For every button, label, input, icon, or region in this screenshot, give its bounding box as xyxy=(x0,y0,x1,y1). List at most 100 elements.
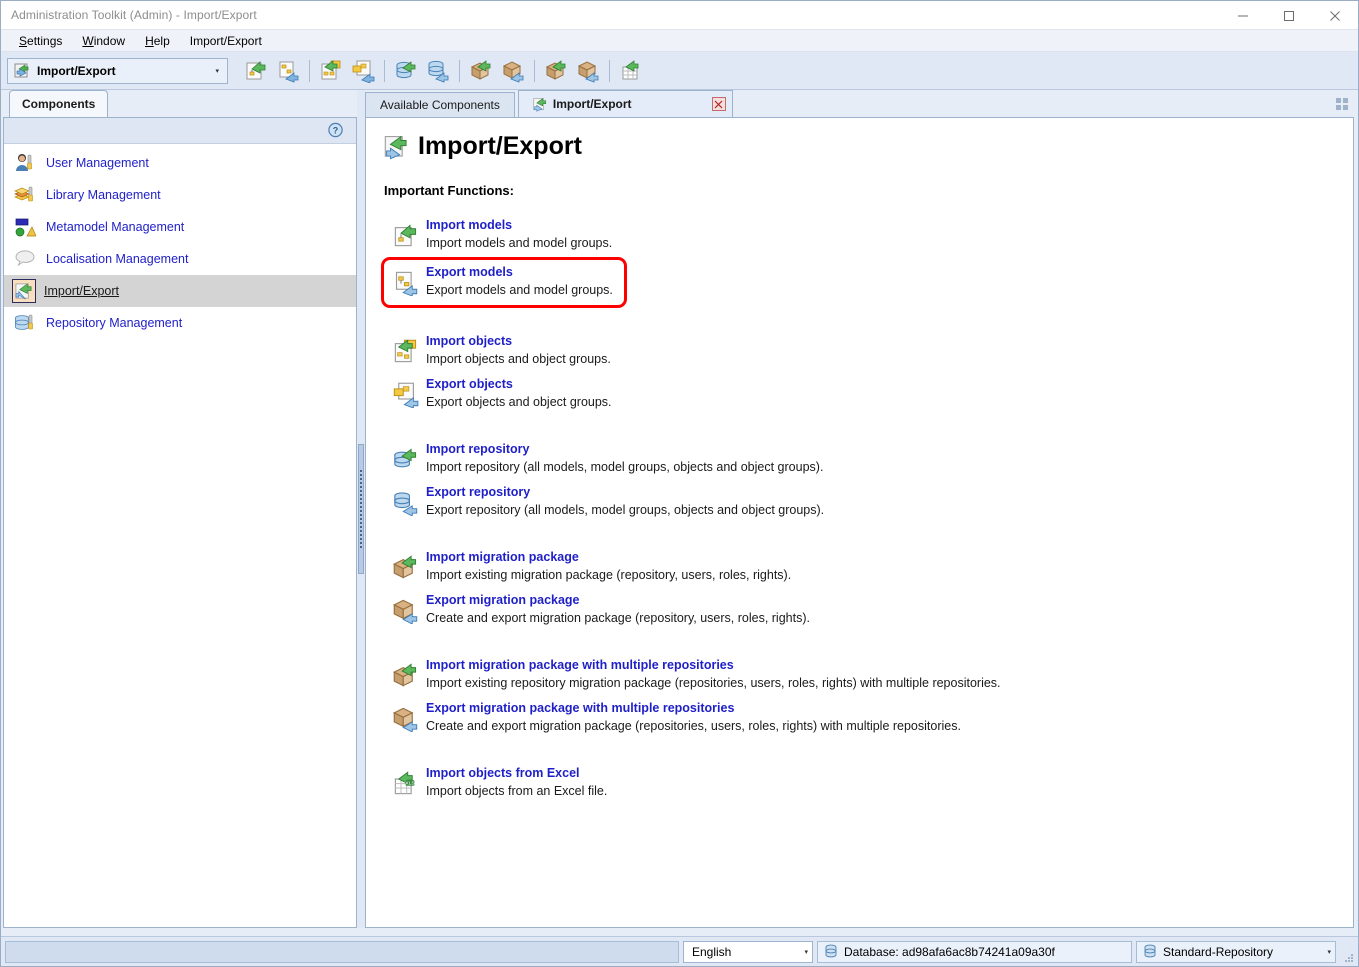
export-models-icon xyxy=(390,265,420,299)
tab-available-components[interactable]: Available Components xyxy=(365,92,515,117)
import-objects-toolbar-button[interactable] xyxy=(316,56,346,86)
bottom-strip xyxy=(1,928,1358,936)
function-import-migration-package[interactable]: Import migration package Import existing… xyxy=(384,546,1335,589)
function-text: Import migration package Import existing… xyxy=(426,548,791,585)
language-selector[interactable]: English ▾ xyxy=(683,940,813,963)
function-description: Export objects and object groups. xyxy=(426,395,612,409)
component-selector-combo[interactable]: Import/Export ▾ xyxy=(7,57,228,84)
components-panel-header: ? xyxy=(4,118,356,144)
function-import-models[interactable]: Import models Import models and model gr… xyxy=(384,214,1335,257)
import-migration-package-multi-toolbar-button[interactable] xyxy=(541,56,571,86)
main-tabstrip: Available Components Import/Export xyxy=(365,90,1354,117)
close-button[interactable] xyxy=(1312,1,1358,30)
function-link[interactable]: Import migration package with multiple r… xyxy=(426,657,1001,674)
function-text: Import repository Import repository (all… xyxy=(426,440,823,477)
import-repository-toolbar-button[interactable] xyxy=(391,56,421,86)
export-repository-toolbar-button[interactable] xyxy=(423,56,453,86)
function-link[interactable]: Import migration package xyxy=(426,549,791,566)
maximize-button[interactable] xyxy=(1266,1,1312,30)
menu-settings[interactable]: Settings xyxy=(9,32,72,50)
title-bar: Administration Toolkit (Admin) - Import/… xyxy=(1,1,1358,30)
function-link[interactable]: Import objects from Excel xyxy=(426,765,607,782)
function-import-objects[interactable]: Import objects Import objects and object… xyxy=(384,330,1335,373)
function-group-objects: Import objects Import objects and object… xyxy=(384,330,1335,416)
function-link[interactable]: Export migration package with multiple r… xyxy=(426,700,961,717)
sidebar-item-label: User Management xyxy=(46,156,149,170)
export-models-toolbar-button[interactable] xyxy=(273,56,303,86)
function-description: Export repository (all models, model gro… xyxy=(426,503,825,517)
function-text: Import objects Import objects and object… xyxy=(426,332,611,369)
tab-import-export[interactable]: Import/Export xyxy=(517,90,733,117)
function-link[interactable]: Export migration package xyxy=(426,592,810,609)
database-icon xyxy=(824,944,838,959)
component-selector-value: Import/Export xyxy=(37,63,116,78)
sidebar-item-repository-management[interactable]: Repository Management xyxy=(4,307,356,339)
database-status[interactable]: Database: ad98afa6ac8b74241a09a30f xyxy=(817,940,1132,963)
import-objects-icon xyxy=(390,334,420,368)
function-export-repository[interactable]: Export repository Export repository (all… xyxy=(384,481,1335,524)
function-export-models[interactable]: Export models Export models and model gr… xyxy=(381,257,627,308)
database-label: Database: ad98afa6ac8b74241a09a30f xyxy=(844,944,1055,959)
function-export-objects[interactable]: Export objects Export objects and object… xyxy=(384,373,1335,416)
chevron-down-icon: ▾ xyxy=(215,67,219,75)
import-models-toolbar-button[interactable] xyxy=(241,56,271,86)
sidebar-item-label: Metamodel Management xyxy=(46,220,185,234)
tile-windows-icon[interactable] xyxy=(1332,94,1352,114)
sidebar-item-import-export[interactable]: Import/Export xyxy=(4,275,356,307)
function-export-migration-package[interactable]: Export migration package Create and expo… xyxy=(384,589,1335,632)
menu-help-mnemonic: H xyxy=(145,33,154,48)
page-title: Import/Export xyxy=(384,132,1335,161)
function-export-migration-package-multi[interactable]: Export migration package with multiple r… xyxy=(384,697,1335,740)
resize-grip[interactable] xyxy=(1340,941,1354,963)
body-area: Components ? User Management Library Man… xyxy=(1,90,1358,928)
function-link[interactable]: Export models xyxy=(426,264,613,281)
minimize-button[interactable] xyxy=(1220,1,1266,30)
export-objects-icon xyxy=(390,377,420,411)
function-link[interactable]: Import models xyxy=(426,217,612,234)
function-link[interactable]: Export objects xyxy=(426,376,612,393)
window-controls xyxy=(1220,1,1358,30)
sidebar-item-metamodel-management[interactable]: Metamodel Management xyxy=(4,211,356,243)
help-icon[interactable]: ? xyxy=(327,122,344,139)
sidebar-item-library-management[interactable]: Library Management xyxy=(4,179,356,211)
toolbar-separator xyxy=(609,59,610,82)
chevron-down-icon: ▾ xyxy=(1327,948,1331,956)
export-migration-package-toolbar-button[interactable] xyxy=(498,56,528,86)
tab-components[interactable]: Components xyxy=(9,90,109,117)
function-link[interactable]: Export repository xyxy=(426,484,824,501)
menu-settings-rest: ettings xyxy=(27,33,63,48)
language-value: English xyxy=(692,944,732,959)
pane-splitter[interactable] xyxy=(357,90,365,928)
import-objects-from-excel-toolbar-button[interactable] xyxy=(616,56,646,86)
export-migration-package-multi-toolbar-button[interactable] xyxy=(573,56,603,86)
function-text: Export migration package with multiple r… xyxy=(426,699,961,736)
menu-import-export[interactable]: Import/Export xyxy=(180,32,272,50)
import-export-icon xyxy=(14,62,31,79)
function-link[interactable]: Import repository xyxy=(426,441,823,458)
main-pane: Available Components Import/Export Impor… xyxy=(365,90,1358,928)
toolbar-separator xyxy=(309,59,310,82)
function-import-migration-package-multi[interactable]: Import migration package with multiple r… xyxy=(384,654,1335,697)
function-description: Import existing repository migration pac… xyxy=(426,676,1001,690)
function-import-repository[interactable]: Import repository Import repository (all… xyxy=(384,438,1335,481)
function-link[interactable]: Import objects xyxy=(426,333,611,350)
import-export-content: Import/Export Important Functions: Impor… xyxy=(365,117,1354,928)
menu-help[interactable]: Help xyxy=(135,32,180,50)
export-migration-package-multi-icon xyxy=(390,701,420,735)
import-migration-package-toolbar-button[interactable] xyxy=(466,56,496,86)
import-export-icon xyxy=(533,97,548,112)
sidebar-item-localisation-management[interactable]: Localisation Management xyxy=(4,243,356,275)
repository-management-icon xyxy=(12,310,38,336)
tab-components-label: Components xyxy=(22,97,96,111)
tab-available-components-label: Available Components xyxy=(380,98,500,112)
function-text: Export migration package Create and expo… xyxy=(426,591,810,628)
splitter-grip[interactable] xyxy=(358,444,364,574)
chevron-down-icon: ▾ xyxy=(804,948,808,956)
close-icon[interactable] xyxy=(711,97,726,111)
menu-window[interactable]: Window xyxy=(72,32,135,50)
export-objects-toolbar-button[interactable] xyxy=(348,56,378,86)
sidebar-item-user-management[interactable]: User Management xyxy=(4,147,356,179)
repository-selector[interactable]: Standard-Repository ▾ xyxy=(1136,940,1336,963)
status-bar: English ▾ Database: ad98afa6ac8b74241a09… xyxy=(1,936,1358,966)
function-import-objects-from-excel[interactable]: XLS Import objects from Excel Import obj… xyxy=(384,762,1335,805)
